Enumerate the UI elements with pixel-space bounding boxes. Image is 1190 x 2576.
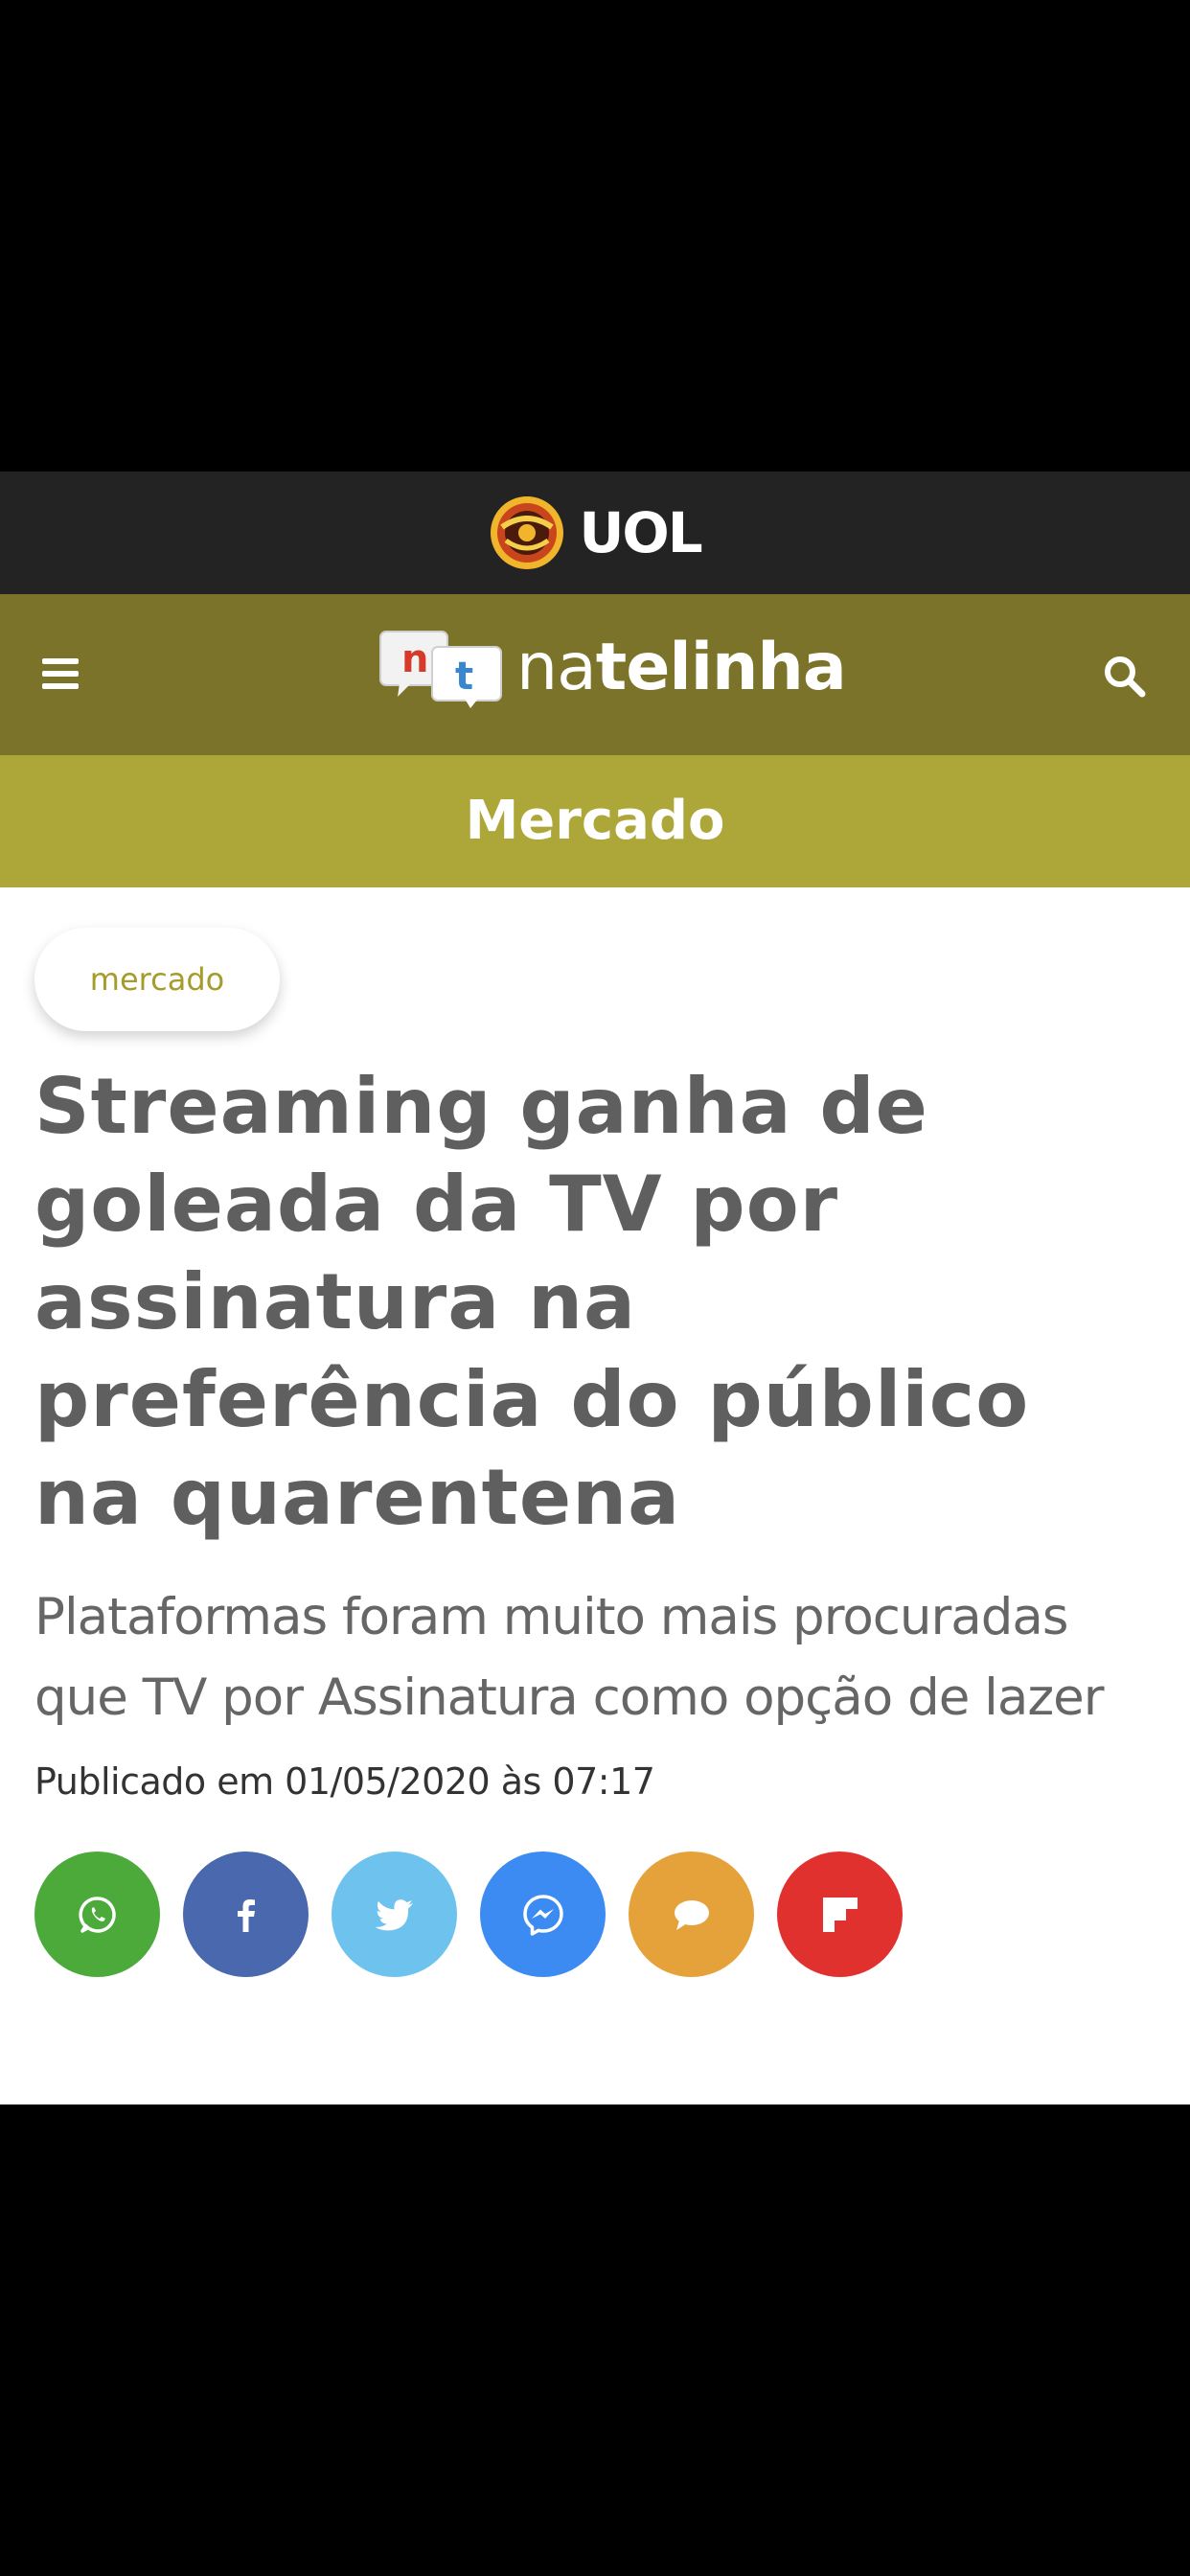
search-icon[interactable] <box>1102 654 1148 700</box>
comment-share-button[interactable] <box>629 1852 754 1977</box>
top-blank-area <box>0 0 1190 472</box>
publish-date: Publicado em 01/05/2020 às 07:17 <box>34 1760 655 1803</box>
svg-text:t: t <box>455 655 473 699</box>
brand-name-light: na <box>516 630 597 705</box>
flipboard-icon <box>821 1896 859 1934</box>
facebook-share-button[interactable] <box>183 1852 309 1977</box>
site-nav-bar: n t natelinha <box>0 594 1190 755</box>
nt-speech-bubbles-icon: n t <box>378 628 505 708</box>
category-tag[interactable]: mercado <box>34 928 280 1031</box>
comment-icon <box>671 1894 713 1936</box>
hamburger-menu-icon[interactable] <box>42 658 82 693</box>
brand-name: natelinha <box>516 635 847 701</box>
article-subheadline: Plataformas foram muito mais procuradas … <box>34 1588 1105 1727</box>
messenger-share-button[interactable] <box>480 1852 606 1977</box>
whatsapp-share-button[interactable] <box>34 1852 160 1977</box>
article-content: mercado Streaming ganha de goleada da TV… <box>0 887 1190 2104</box>
uol-header-bar: UOL <box>0 472 1190 594</box>
svg-text:n: n <box>401 637 428 681</box>
brand-name-bold: telinha <box>595 630 847 705</box>
messenger-icon <box>520 1892 566 1938</box>
facebook-icon <box>225 1894 267 1936</box>
uol-logo-text: UOL <box>579 500 702 565</box>
section-title[interactable]: Mercado <box>466 794 725 848</box>
uol-logo[interactable]: UOL <box>489 494 703 571</box>
bottom-blank-area <box>0 2104 1190 2576</box>
share-buttons <box>34 1852 903 1977</box>
twitter-icon <box>373 1893 417 1937</box>
section-header: Mercado <box>0 755 1190 887</box>
natelinha-logo[interactable]: n t natelinha <box>378 628 847 708</box>
article-headline: Streaming ganha de goleada da TV por ass… <box>34 1062 1030 1542</box>
flipboard-share-button[interactable] <box>777 1852 903 1977</box>
uol-emblem-icon <box>489 494 565 571</box>
twitter-share-button[interactable] <box>332 1852 457 1977</box>
whatsapp-icon <box>77 1894 119 1936</box>
